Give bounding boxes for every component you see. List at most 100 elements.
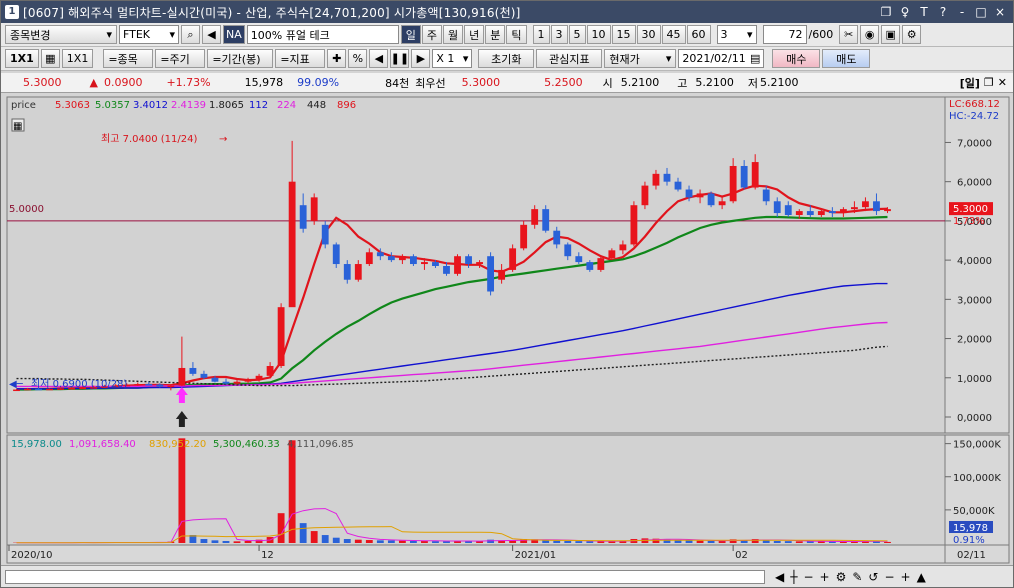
watch-indicator-button[interactable]: 관심지표 [536,49,603,68]
legend-period-224: 224 [277,100,296,111]
scrollbar-thumb[interactable] [8,571,764,582]
maximize-icon[interactable]: □ [974,5,988,19]
chart-area[interactable]: price 5.3063 5.0357 3.4012 2.4139 1.8065… [5,95,1011,565]
zoom-in-icon[interactable]: + [820,570,830,584]
candle-body [630,205,638,245]
reset-button[interactable]: 초기화 [478,49,535,68]
volume-bar [299,523,307,543]
candle-body [685,189,693,198]
candle-body [24,388,31,391]
minimize-icon[interactable]: - [955,5,969,19]
settings-button[interactable]: ⚙ [902,25,922,44]
legend-ma5: 5.3063 [55,100,90,111]
nv-badge[interactable]: NA [223,25,245,44]
candle-body [134,384,142,386]
interval-3[interactable]: 3 [550,25,568,44]
scissor-button[interactable]: ✂ [839,25,859,44]
ruler-icon[interactable]: ┼ [790,570,797,584]
tab-month[interactable]: 월 [443,25,464,44]
interval-label: 5 [573,28,581,41]
volume-legend-item: 4,111,096.85 [287,439,354,450]
zoom-out-icon[interactable]: − [803,570,813,584]
speaker-button[interactable]: ◀ [202,25,221,44]
buy-button[interactable]: 매수 [772,49,821,68]
camera-button[interactable]: ◉ [860,25,880,44]
restore-icon[interactable]: ❐ [879,5,893,19]
volume-bar [343,539,351,543]
font-icon[interactable]: T [917,5,931,19]
multiplier-select[interactable]: X 1 ▾ [432,49,473,68]
volume-bar [884,541,891,543]
candle-body [332,244,340,265]
interval-60[interactable]: 60 [686,25,711,44]
x-tick-label: 2020/10 [11,550,53,561]
fit-icon[interactable]: ▲ [917,570,926,584]
stock-sync-button[interactable]: =종목 [103,49,154,68]
indicator-sync-button[interactable]: =지표 [275,49,326,68]
close-chart-icon[interactable]: ✕ [998,76,1007,89]
speaker-icon: ◀ [207,28,216,41]
save-button[interactable]: ▣ [881,25,901,44]
interval-30[interactable]: 30 [636,25,661,44]
interval-1[interactable]: 1 [532,25,550,44]
prev-button[interactable]: ◀ [369,49,389,68]
pause-button[interactable]: ❚❚ [390,49,410,68]
undo-icon[interactable]: ↺ [868,570,878,584]
volume-bar [365,540,373,543]
candle-body [421,262,428,265]
quote-open-label: 시 [602,76,613,90]
next-button[interactable]: ▶ [411,49,431,68]
interval-45[interactable]: 45 [661,25,686,44]
ticker-input[interactable]: FTEK ▾ [119,25,179,44]
price-chart[interactable]: price 5.3063 5.0357 3.4012 2.4139 1.8065… [5,95,1011,565]
count-input[interactable]: 72 [762,25,807,44]
period-sync-button[interactable]: =주기 [155,49,206,68]
scroll-left-icon[interactable]: ◀ [775,570,784,584]
candle-body [817,211,825,216]
tab-day[interactable]: 일 [400,25,421,44]
crosshair-icon: ✚ [332,52,342,65]
interval-10[interactable]: 10 [586,25,611,44]
layout-1x1b-button[interactable]: 1X1 [61,49,94,68]
sell-button[interactable]: 매도 [822,49,871,68]
candle-body [299,205,307,229]
camera-icon: ◉ [864,28,875,41]
gear-icon[interactable]: ⚙ [836,570,847,584]
toolbar-secondary: 1X1 ▦ 1X1 =종목 =주기 =기간(봉) =지표 ✚ % ◀ ❚❚ ▶ … [1,47,1013,71]
volume-bar [288,440,296,543]
close-icon[interactable]: × [993,5,1007,19]
chevron-down-icon: ▾ [106,28,112,41]
tab-tick[interactable]: 틱 [506,25,527,44]
restore-chart-icon[interactable]: ❐ [984,76,994,89]
tab-week[interactable]: 주 [421,25,443,44]
horizontal-scrollbar[interactable] [5,569,765,584]
interval-15[interactable]: 15 [611,25,636,44]
tab-year[interactable]: 년 [464,25,485,44]
layout-1x1-button[interactable]: 1X1 [5,49,39,68]
candle-body [266,366,274,376]
candle-body [465,256,472,265]
candle-body [663,173,671,182]
quote-volume: 15,978 [244,76,284,89]
date-input[interactable]: 2021/02/11 ▤ [678,49,765,68]
chevron-down-icon: ▾ [462,52,469,65]
grid-icon-button[interactable]: ▦ [40,49,60,68]
percent-button[interactable]: % [348,49,368,68]
legend-period-448: 448 [307,100,326,111]
help-icon[interactable]: ? [936,5,950,19]
crosshair-button[interactable]: ✚ [327,49,347,68]
plus-icon[interactable]: + [901,570,911,584]
interval-select[interactable]: 3 ▾ [716,25,757,44]
minus-icon[interactable]: − [884,570,894,584]
pin-icon[interactable]: ♀ [898,5,912,19]
volume-bar [244,541,252,543]
search-button[interactable]: ⌕ [181,25,200,44]
price-dropdown[interactable]: 현재가 ▾ [604,49,677,68]
volume-bar [376,540,384,543]
stock-change-dropdown[interactable]: 종목변경 ▾ [5,25,117,44]
range-sync-button[interactable]: =기간(봉) [207,49,274,68]
pen-icon[interactable]: ✎ [852,570,862,584]
high-annotation: 최고 7.0400 (11/24) [101,133,197,145]
tab-minute[interactable]: 분 [485,25,506,44]
interval-5[interactable]: 5 [568,25,586,44]
